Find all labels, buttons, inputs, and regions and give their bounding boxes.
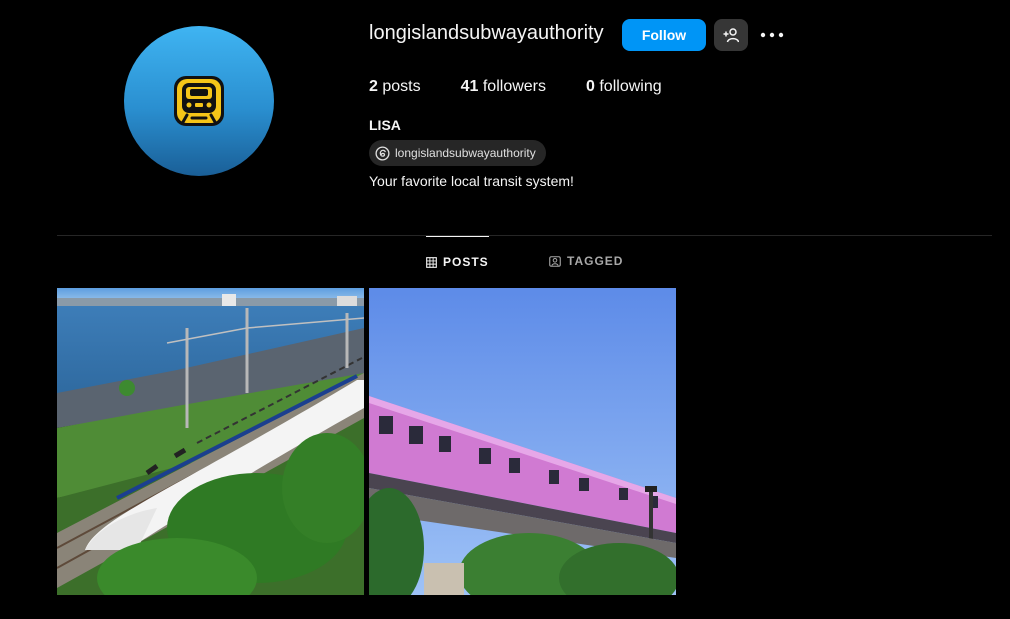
followers-label: followers [482,78,546,95]
following-stat[interactable]: 0 following [586,78,662,96]
followers-count: 41 [460,78,479,95]
threads-link[interactable]: longislandsubwayauthority [369,140,546,166]
followers-stat[interactable]: 41 followers [461,78,546,96]
follow-button[interactable]: Follow [622,19,706,51]
tab-posts[interactable]: POSTS [426,236,489,287]
profile-avatar[interactable] [124,26,274,176]
threads-handle: longislandsubwayauthority [395,146,536,160]
profile-stats: 2 posts 41 followers 0 following [369,78,702,96]
posts-count: 2 [369,78,378,95]
following-label: following [599,78,662,95]
threads-icon [375,145,390,161]
suggested-accounts-button[interactable] [714,19,748,51]
tab-posts-label: POSTS [443,255,489,269]
profile-bio: Your favorite local transit system! [369,173,574,189]
tagged-person-icon [549,256,561,267]
more-options-button[interactable] [758,19,786,51]
following-count: 0 [586,78,595,95]
posts-label: posts [382,78,421,95]
post-image-bullet-train [57,288,364,595]
tab-tagged-label: TAGGED [567,254,624,268]
tabs-divider [57,235,992,236]
grid-icon [426,256,437,268]
profile-username: longislandsubwayauthority [369,22,604,44]
more-options-icon [760,32,784,38]
posts-stat: 2 posts [369,78,421,96]
tab-tagged[interactable]: TAGGED [549,236,623,286]
post-thumbnail[interactable] [369,288,676,595]
profile-full-name: LISA [369,117,401,133]
add-person-icon [723,28,739,43]
subway-train-logo-icon [174,76,224,126]
post-image-pink-train [369,288,676,595]
post-thumbnail[interactable] [57,288,364,595]
